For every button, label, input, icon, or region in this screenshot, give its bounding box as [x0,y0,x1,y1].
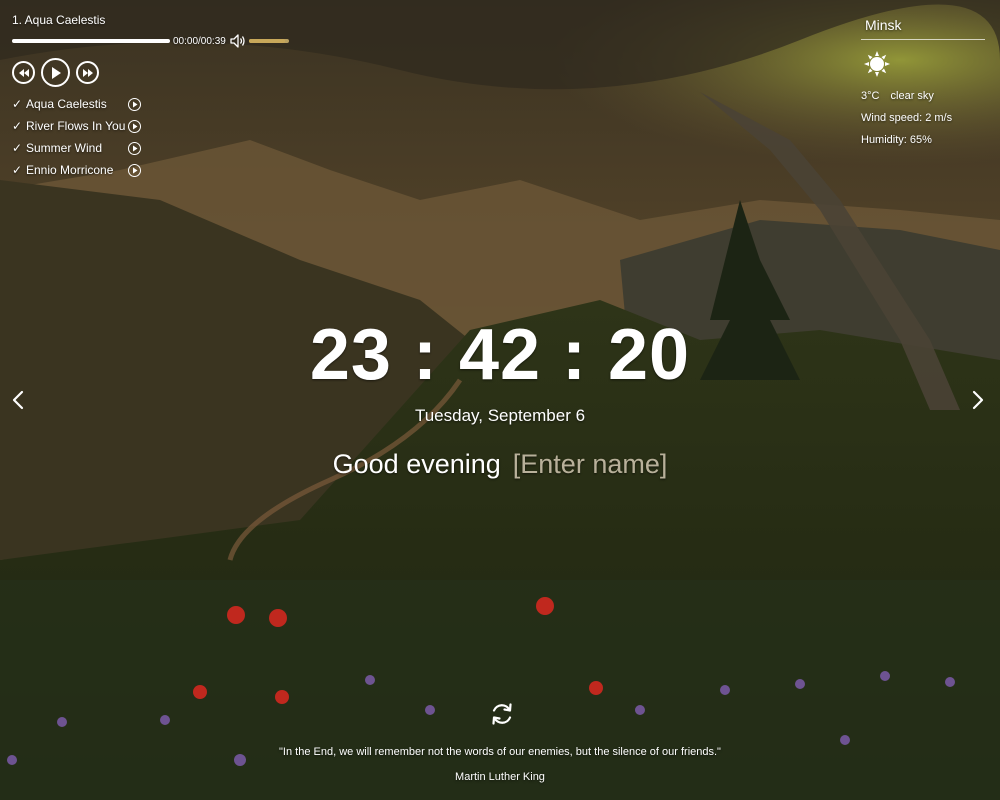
greeting-text: Good evening [332,449,501,479]
play-icon [132,145,137,151]
name-input[interactable]: [Enter name] [513,449,668,479]
volume-slider[interactable] [248,39,289,43]
playlist-item-play-button[interactable] [128,141,141,155]
check-icon: ✓ [12,163,23,177]
clock-date: Tuesday, September 6 [414,406,586,425]
play-icon [132,167,137,173]
track-time: 00:00/00:39 [173,35,226,47]
player-controls [12,58,312,87]
fast-forward-icon [82,68,93,77]
next-button[interactable] [76,61,99,84]
play-icon [132,123,137,129]
progress-row: 00:00/00:39 [12,34,312,48]
refresh-quote-button[interactable] [489,701,515,727]
playlist-item-label: River Flows In You [26,119,126,133]
humidity: Humidity: 65% [861,134,932,146]
playlist-item-play-button[interactable] [128,119,141,133]
quote-author: Martin Luther King [455,771,545,783]
playlist-item[interactable]: ✓ River Flows In You [12,115,312,137]
playlist: ✓ Aqua Caelestis ✓ River Flows In You ✓ … [12,93,312,181]
check-icon: ✓ [12,97,23,111]
playlist-item-label: Summer Wind [26,141,103,155]
playlist-item[interactable]: ✓ Summer Wind [12,137,312,159]
temperature-row: 3°C clear sky [861,90,985,103]
clock-time: 23 : 42 : 20 [309,315,691,395]
temperature: 3°C [861,90,880,102]
playlist-item[interactable]: ✓ Ennio Morricone [12,159,312,181]
volume-icon[interactable] [230,34,246,48]
play-button[interactable] [41,58,70,87]
city-input[interactable]: Minsk [861,12,985,40]
play-icon [51,66,61,79]
playlist-item-play-button[interactable] [128,163,141,177]
playlist-item-play-button[interactable] [128,97,141,111]
progress-bar[interactable] [12,39,170,43]
playlist-item-label: Ennio Morricone [26,163,114,177]
greeting: Good evening [Enter name] [0,449,1000,480]
check-icon: ✓ [12,119,23,133]
audio-player: 1. Aqua Caelestis 00:00/00:39 ✓ Aqua Cae… [12,12,312,181]
volume-fill [248,39,285,43]
previous-button[interactable] [12,61,35,84]
wind-speed: Wind speed: 2 m/s [861,112,953,124]
weather-widget: Minsk 3°C clear sky Wind speed: 2 m/s Hu… [861,12,985,147]
playlist-item-label: Aqua Caelestis [26,97,107,111]
play-icon [132,101,137,107]
playlist-item[interactable]: ✓ Aqua Caelestis [12,93,312,115]
refresh-icon [492,703,512,725]
current-track-title: 1. Aqua Caelestis [12,13,106,27]
clear-sky-sun-icon [863,50,891,78]
check-icon: ✓ [12,141,23,155]
rewind-icon [18,68,29,77]
quote-text: "In the End, we will remember not the wo… [279,746,721,758]
weather-description: clear sky [890,90,934,102]
